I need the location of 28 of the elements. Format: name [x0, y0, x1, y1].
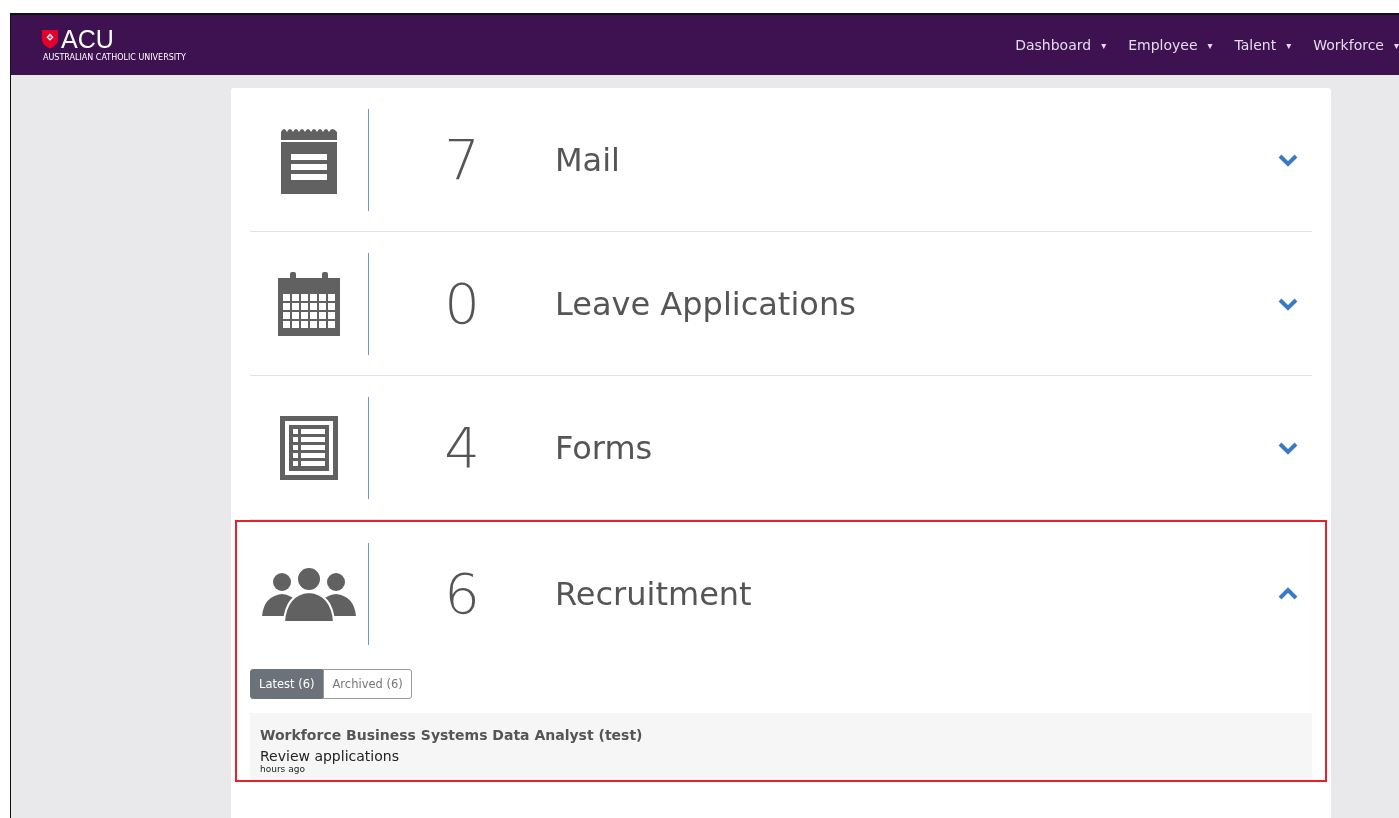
section-title: Mail [555, 140, 621, 179]
chevron-down-icon[interactable] [1278, 296, 1298, 311]
chevron-down-icon[interactable] [1278, 152, 1298, 167]
section-title: Forms [555, 428, 654, 467]
nav-menu-link[interactable]: Talent ▾ [1234, 37, 1292, 53]
item-action: Review applications [260, 748, 400, 764]
list-icon [280, 415, 338, 480]
item-title: Workforce Business Systems Data Analyst (test) [260, 727, 644, 743]
people-group-icon [262, 565, 356, 622]
logo-wordmark: ACU [61, 27, 115, 51]
nav-menu-link[interactable]: Dashboard ▾ [1015, 37, 1107, 53]
shield-logo-icon [41, 29, 59, 49]
count-number: 0 [443, 271, 481, 336]
nav-menu-link[interactable]: Employee ▾ [1128, 37, 1213, 53]
nav-menu-link[interactable]: Workforce ▾ [1313, 37, 1399, 53]
chevron-down-icon[interactable] [1278, 440, 1298, 455]
section-title: Leave Applications [555, 284, 857, 323]
count-number: 7 [443, 127, 481, 192]
filter-tab[interactable]: Archived (6) [323, 669, 412, 699]
filter-tab[interactable]: Latest (6) [250, 669, 324, 699]
recruitment-item[interactable]: Workforce Business Systems Data Analyst (test) Review applications hours ago [250, 713, 1312, 780]
chevron-up-icon[interactable] [1278, 586, 1298, 601]
calendar-icon [278, 271, 340, 336]
logo-subtitle: AUSTRALIAN CATHOLIC UNIVERSITY [43, 53, 186, 63]
count-number: 4 [443, 415, 481, 480]
count-number: 6 [443, 561, 481, 626]
item-time: hours ago [260, 764, 306, 774]
section-title: Recruitment [555, 574, 753, 613]
